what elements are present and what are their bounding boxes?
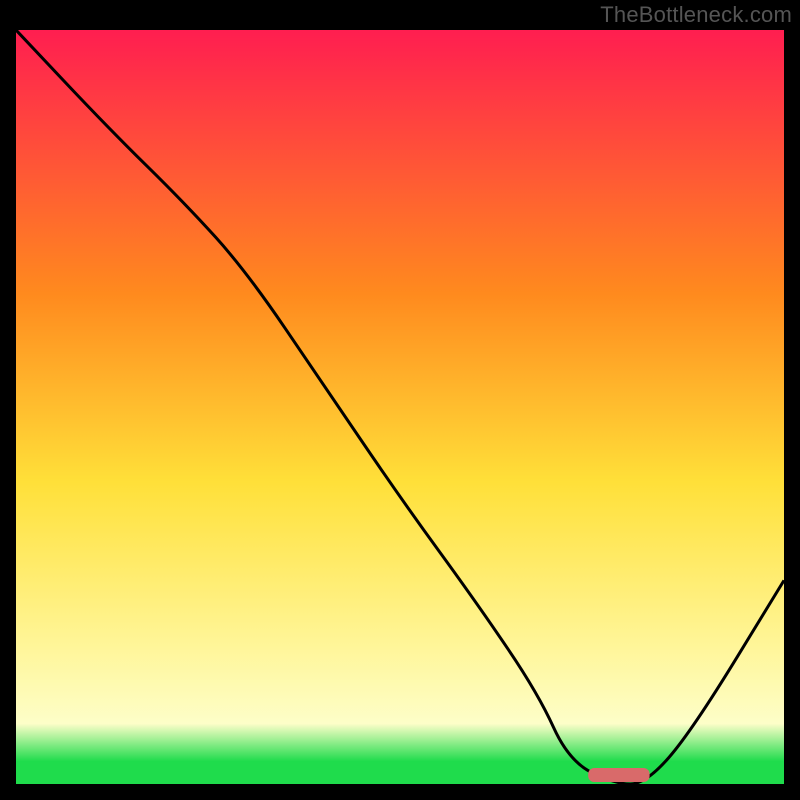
chart-svg bbox=[16, 30, 784, 784]
watermark-label: TheBottleneck.com bbox=[600, 2, 792, 28]
gradient-field bbox=[16, 30, 784, 784]
chart-frame: TheBottleneck.com bbox=[0, 0, 800, 800]
optimal-marker bbox=[588, 768, 649, 782]
plot-area bbox=[16, 30, 784, 784]
